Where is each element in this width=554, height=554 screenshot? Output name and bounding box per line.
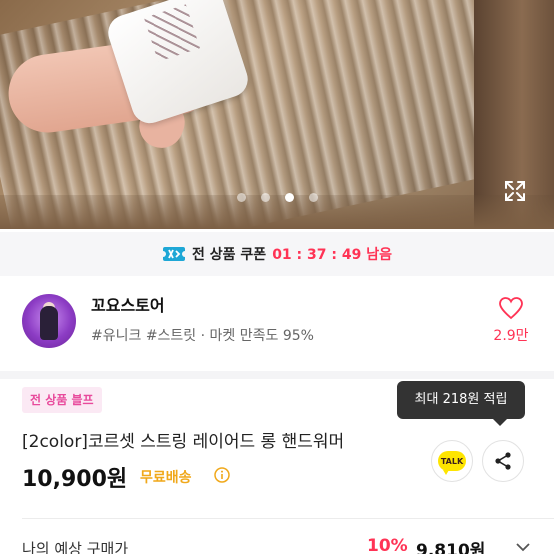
expected-price-row[interactable]: 나의 예상 구매가 10% 9,810원 [22,536,532,554]
share-button[interactable] [482,440,524,482]
carousel-dot[interactable] [261,193,270,202]
avatar-figure [40,306,58,340]
store-name[interactable]: 꼬요스토어 [91,292,165,316]
store-info: 꼬요스토어 #유니크 #스트릿 · 마켓 만족도 95% 2.9만 [0,290,554,356]
kakaotalk-share-button[interactable]: TALK [431,440,473,482]
heart-icon[interactable] [498,296,524,320]
chevron-down-icon[interactable] [516,542,530,552]
product-image-carousel[interactable] [0,0,554,229]
product-price: 10,900원 [22,467,128,492]
store-tags: #유니크 #스트릿 · 마켓 만족도 95% [91,328,314,344]
share-icon [495,452,511,470]
expand-icon[interactable] [504,180,526,202]
coupon-timer: 01 : 37 : 49 남음 [272,247,392,263]
sale-badge: 전 상품 블프 [22,387,102,413]
carousel-dot[interactable] [309,193,318,202]
expected-price-label: 나의 예상 구매가 [22,540,129,554]
carousel-dot[interactable] [237,193,246,202]
kakaotalk-icon: TALK [438,451,466,475]
info-icon[interactable] [214,467,230,483]
row-divider [22,518,554,519]
free-shipping-label: 무료배송 [140,470,192,486]
store-avatar[interactable] [22,294,76,348]
coupon-banner[interactable]: 전 상품 쿠폰 01 : 37 : 49 남음 [0,232,554,276]
points-tooltip: 최대 218원 적립 [397,381,525,426]
carousel-indicator [237,193,318,202]
carousel-dot-active[interactable] [285,193,294,202]
coupon-label: 전 상품 쿠폰 [192,247,267,263]
like-count: 2.9만 [493,328,529,344]
product-title: [2color]코르셋 스트링 레이어드 롱 핸드워머 [22,432,345,452]
coupon-icon [162,247,187,261]
section-divider [0,371,554,379]
expected-final-price: 9,810원 [416,541,486,554]
discount-rate: 10% [367,536,408,554]
